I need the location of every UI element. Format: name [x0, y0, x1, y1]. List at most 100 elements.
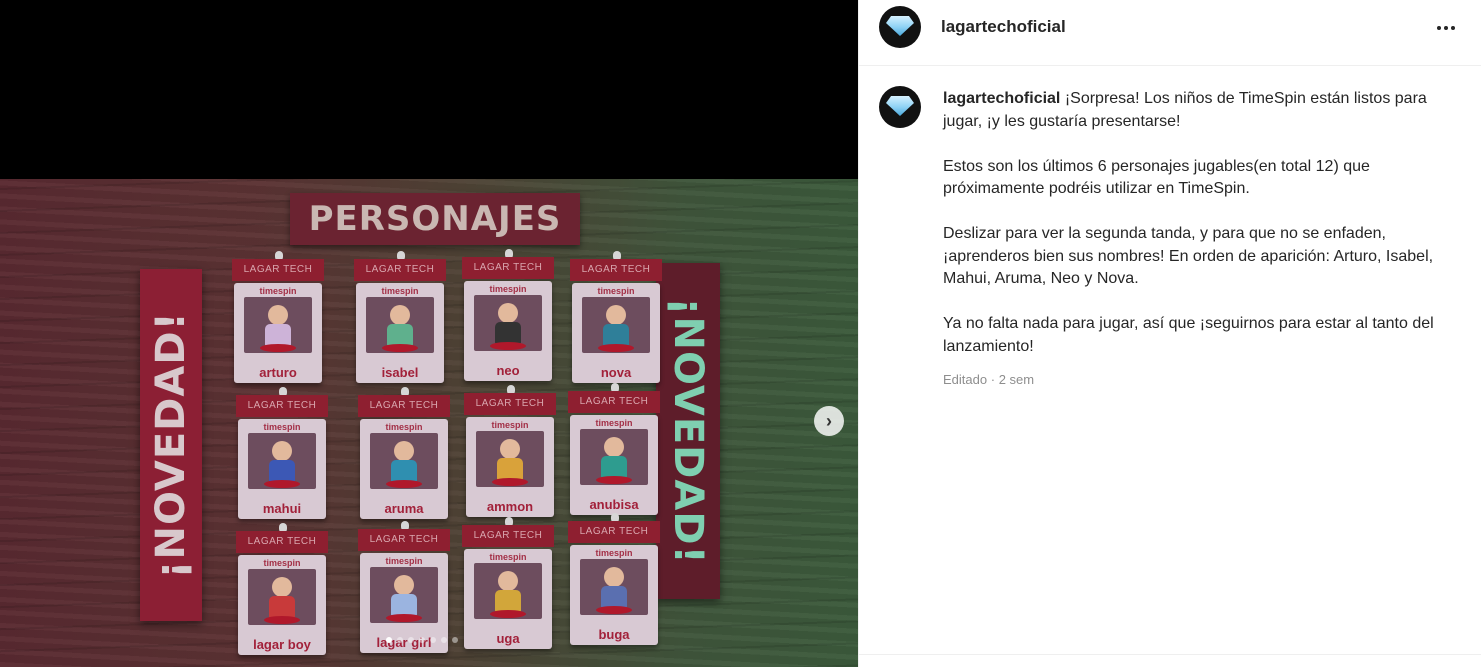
character-body [391, 460, 417, 482]
toy-window [474, 563, 542, 619]
toy-box: timespin lagar boy [238, 555, 326, 655]
toy-window [474, 295, 542, 351]
character-body [387, 324, 413, 346]
pedestal [596, 476, 632, 484]
toy-box: timespin anubisa [570, 415, 658, 515]
card-brand: timespin [595, 548, 633, 558]
character-head [500, 439, 520, 459]
pedestal [598, 344, 634, 352]
carousel-dot [419, 637, 425, 643]
carousel-dot [386, 637, 392, 643]
toy-box: timespin ammon [466, 417, 554, 517]
character-name: isabel [381, 365, 419, 380]
toy-window [370, 567, 438, 623]
character-card: LAGAR TECH timespin neo [462, 249, 554, 383]
more-horizontal-icon [1437, 26, 1441, 30]
card-brand: timespin [597, 286, 635, 296]
card-tag: LAGAR TECH [236, 395, 328, 417]
card-tag: LAGAR TECH [462, 257, 554, 279]
toy-window [580, 429, 648, 485]
toy-window [366, 297, 434, 353]
card-brand: timespin [489, 552, 527, 562]
caption-paragraph-4: Ya no falta nada para jugar, así que ¡se… [943, 315, 1434, 355]
character-card: LAGAR TECH timespin arturo [232, 251, 324, 385]
card-tag: LAGAR TECH [354, 259, 446, 281]
character-head [394, 575, 414, 595]
toy-box: timespin isabel [356, 283, 444, 383]
toy-window [248, 433, 316, 489]
card-brand: timespin [381, 286, 419, 296]
caption-username[interactable]: lagartechoficial [943, 90, 1060, 107]
character-name: arturo [259, 365, 297, 380]
toy-window [582, 297, 650, 353]
pedestal [490, 342, 526, 350]
toy-window [244, 297, 312, 353]
character-card: LAGAR TECH timespin nova [570, 251, 662, 385]
edited-label: Editado [943, 371, 988, 387]
post-image: PERSONAJES ¡NOVEDAD! ¡NOVEDAD! LAGAR TEC… [0, 179, 858, 667]
card-tag: LAGAR TECH [358, 529, 450, 551]
carousel-dot [408, 637, 414, 643]
character-head [498, 303, 518, 323]
character-card: LAGAR TECH timespin buga [568, 513, 660, 647]
card-tag: LAGAR TECH [358, 395, 450, 417]
pedestal [260, 344, 296, 352]
card-tag: LAGAR TECH [568, 391, 660, 413]
chevron-right-icon: › [826, 410, 832, 431]
character-head [394, 441, 414, 461]
character-card: LAGAR TECH timespin lagar boy [236, 523, 328, 657]
card-tag: LAGAR TECH [462, 525, 554, 547]
card-brand: timespin [263, 558, 301, 568]
post-header: lagartechoficial [859, 0, 1481, 66]
character-card: LAGAR TECH timespin aruma [358, 387, 450, 521]
divider [859, 654, 1481, 655]
character-name: buga [598, 627, 630, 642]
carousel-dot [397, 637, 403, 643]
character-name: mahui [262, 501, 302, 516]
pedestal [386, 614, 422, 622]
toy-window [476, 431, 544, 487]
character-name: anubisa [589, 497, 639, 512]
character-body [269, 460, 295, 482]
carousel-dot [430, 637, 436, 643]
carousel-indicator [386, 637, 458, 643]
pedestal [386, 480, 422, 488]
character-name: ammon [486, 499, 534, 514]
card-brand: timespin [595, 418, 633, 428]
character-body [497, 458, 523, 480]
character-head [272, 441, 292, 461]
character-head [606, 305, 626, 325]
character-name: lagar boy [253, 637, 311, 652]
personajes-banner: PERSONAJES [290, 193, 580, 245]
caption-avatar[interactable] [879, 86, 921, 128]
card-brand: timespin [489, 284, 527, 294]
character-card: LAGAR TECH timespin anubisa [568, 383, 660, 517]
toy-box: timespin nova [572, 283, 660, 383]
post-time[interactable]: 2 sem [999, 372, 1034, 387]
character-name: uga [496, 631, 520, 646]
banner-title: PERSONAJES [308, 199, 562, 239]
diamond-logo-icon [886, 16, 914, 36]
novedad-banner-left: ¡NOVEDAD! [140, 269, 202, 621]
novedad-text-left: ¡NOVEDAD! [148, 311, 194, 579]
toy-box: timespin aruma [360, 419, 448, 519]
card-brand: timespin [491, 420, 529, 430]
toy-box: timespin uga [464, 549, 552, 649]
character-card: LAGAR TECH timespin isabel [354, 251, 446, 385]
caption-paragraph-2: Estos son los últimos 6 personajes jugab… [943, 157, 1370, 198]
character-name: nova [600, 365, 632, 380]
more-options-button[interactable] [1431, 16, 1461, 40]
toy-box: timespin arturo [234, 283, 322, 383]
character-body [601, 456, 627, 478]
meta-separator: · [990, 371, 996, 387]
header-username[interactable]: lagartechoficial [941, 17, 1066, 37]
post-media[interactable]: PERSONAJES ¡NOVEDAD! ¡NOVEDAD! LAGAR TEC… [0, 0, 858, 667]
character-body [269, 596, 295, 618]
character-body [495, 322, 521, 344]
character-head [390, 305, 410, 325]
avatar[interactable] [879, 6, 921, 48]
card-brand: timespin [385, 422, 423, 432]
post-details-panel: lagartechoficial lagartechoficial ¡Sorpr… [858, 0, 1481, 667]
next-slide-button[interactable]: › [814, 406, 844, 436]
character-name: neo [496, 363, 520, 378]
